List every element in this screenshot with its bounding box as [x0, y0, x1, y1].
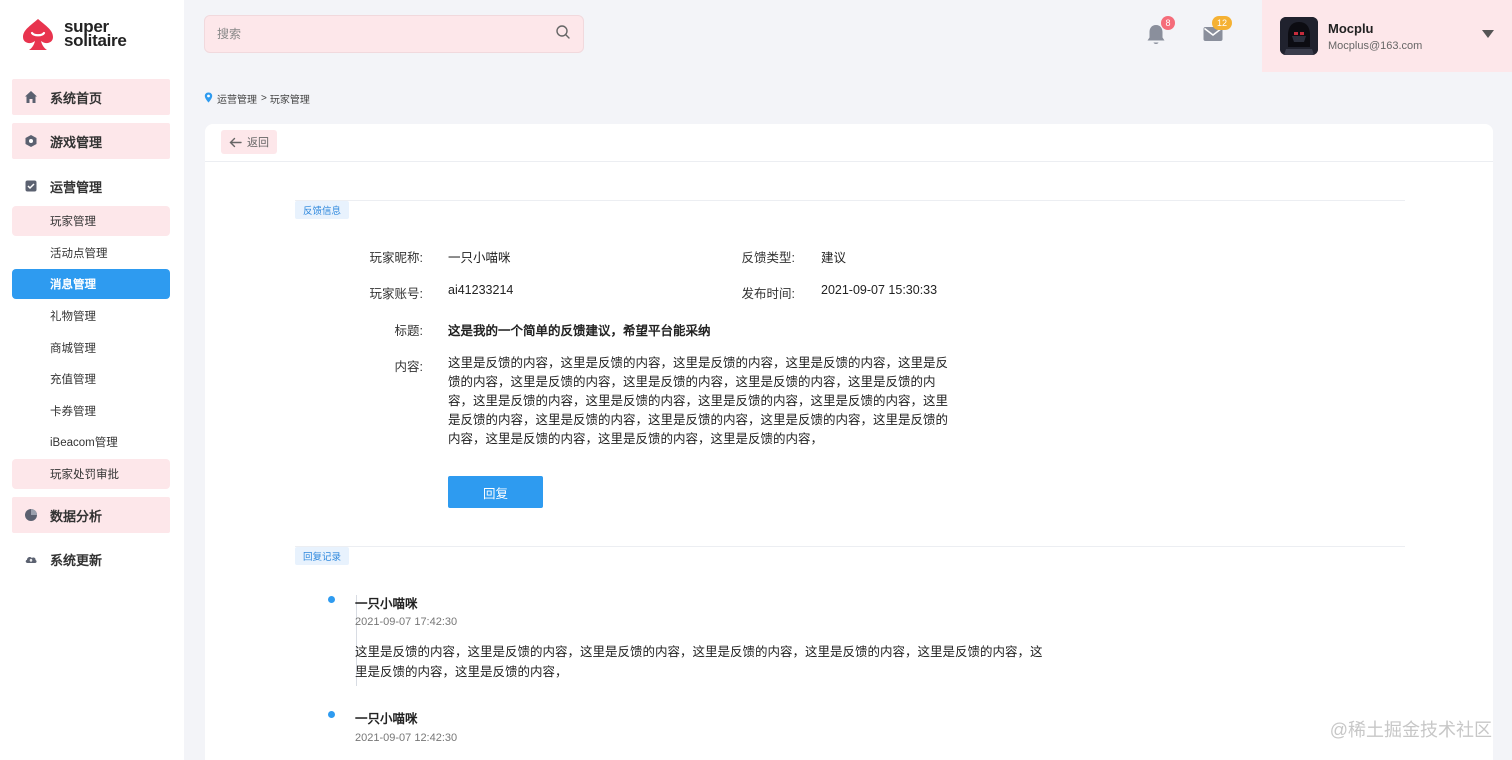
chevron-down-icon[interactable] [1482, 30, 1494, 38]
sidebar-sub-label: 消息管理 [50, 279, 96, 291]
title-value: 这是我的一个简单的反馈建议，希望平台能采纳 [448, 324, 711, 338]
reply-author: 一只小喵咪 [355, 597, 418, 611]
sidebar-item-updates[interactable]: 系统更新 [12, 541, 170, 577]
watermark: @稀土掘金技术社区 [1329, 720, 1492, 740]
game-icon [24, 134, 38, 148]
sidebar-sub-messages[interactable]: 消息管理 [12, 269, 170, 299]
timeline-dot [328, 711, 335, 718]
type-value: 建议 [821, 251, 847, 265]
sidebar-item-label: 运营管理 [50, 179, 103, 195]
reply-author: 一只小喵咪 [355, 712, 418, 726]
sidebar-item-analytics[interactable]: 数据分析 [12, 497, 170, 533]
section-tag-replies: 回复记录 [295, 547, 350, 565]
sidebar-item-label: 数据分析 [50, 508, 103, 524]
sidebar-sub-label: 礼物管理 [50, 311, 96, 323]
section-divider [295, 200, 1405, 201]
reply-time: 2021-09-07 17:42:30 [355, 616, 458, 628]
sidebar-sub-label: 活动点管理 [50, 248, 108, 260]
arrow-left-icon [229, 137, 242, 147]
sidebar-item-operations[interactable]: 运营管理 [12, 168, 170, 204]
sidebar-sub-label: 玩家处罚审批 [50, 469, 119, 481]
notification-count-badge: 8 [1161, 16, 1175, 30]
back-label: 返回 [247, 137, 269, 149]
sidebar-sub-label: 卡券管理 [50, 406, 96, 418]
notification-bell-button[interactable]: 8 [1145, 16, 1175, 47]
cloud-upload-icon [24, 552, 38, 566]
brand-line2: solitaire [64, 31, 127, 50]
sidebar-sub-recharge[interactable]: 充值管理 [12, 364, 170, 394]
breadcrumb-item[interactable]: 运营管理 [217, 91, 257, 106]
user-name: Mocplu [1328, 20, 1374, 36]
type-label: 反馈类型: [741, 251, 795, 265]
reply-button[interactable]: 回复 [448, 476, 543, 508]
sidebar-item-label: 系统首页 [50, 90, 103, 106]
pie-chart-icon [24, 508, 38, 522]
section-tag-feedback: 反馈信息 [295, 201, 350, 219]
spade-logo-icon [20, 16, 56, 52]
account-value: ai41233214 [448, 283, 514, 297]
sidebar-sub-label: 玩家管理 [50, 216, 96, 228]
avatar[interactable] [1280, 17, 1318, 55]
section-divider [295, 546, 1405, 547]
operations-icon [24, 179, 38, 193]
sidebar-item-label: 游戏管理 [50, 134, 103, 150]
messages-count-badge: 12 [1212, 16, 1232, 30]
breadcrumb: 运营管理 > 玩家管理 [204, 91, 310, 106]
time-label: 发布时间: [741, 287, 795, 301]
sidebar-item-games[interactable]: 游戏管理 [12, 123, 170, 159]
timeline-dot [328, 596, 335, 603]
feedback-detail-card: 返回 反馈信息 玩家昵称: 一只小喵咪 反馈类型: 建议 玩家账号: ai412… [205, 124, 1493, 760]
user-email: Mocplus@163.com [1328, 39, 1423, 52]
location-pin-icon [204, 92, 213, 106]
user-menu[interactable]: Mocplu Mocplus@163.com [1262, 0, 1512, 72]
nickname-value: 一只小喵咪 [448, 251, 511, 265]
content-label: 内容: [394, 360, 423, 374]
reply-body: 这里是反馈的内容，这里是反馈的内容，这里是反馈的内容，这里是反馈的内容，这里是反… [355, 645, 1043, 679]
sidebar-sub-label: iBeacom管理 [50, 437, 118, 449]
search-input[interactable] [217, 27, 555, 41]
sidebar-sub-players[interactable]: 玩家管理 [12, 206, 170, 236]
sidebar-sub-ibeacom[interactable]: iBeacom管理 [12, 427, 170, 457]
title-label: 标题: [394, 324, 423, 338]
sidebar-sub-coupons[interactable]: 卡券管理 [12, 396, 170, 426]
sidebar-sub-label: 商城管理 [50, 343, 96, 355]
breadcrumb-separator: > [261, 93, 267, 104]
nickname-label: 玩家昵称: [369, 251, 423, 265]
sidebar-item-home[interactable]: 系统首页 [12, 79, 170, 115]
sidebar-sub-activity-points[interactable]: 活动点管理 [12, 238, 170, 268]
sidebar-sub-gifts[interactable]: 礼物管理 [12, 301, 170, 331]
sidebar-sub-mall[interactable]: 商城管理 [12, 333, 170, 363]
breadcrumb-item[interactable]: 玩家管理 [270, 91, 310, 106]
messages-button[interactable]: 12 [1202, 16, 1232, 47]
back-button[interactable]: 返回 [221, 130, 277, 154]
sidebar: super solitaire 系统首页 游戏管理 运营管理 玩家管理 活动点管… [0, 0, 184, 760]
time-value: 2021-09-07 15:30:33 [821, 283, 938, 297]
account-label: 玩家账号: [369, 287, 423, 301]
search-icon[interactable] [555, 24, 571, 45]
brand-logo[interactable]: super solitaire [20, 14, 127, 54]
reply-time: 2021-09-07 12:42:30 [355, 732, 458, 744]
sidebar-sub-penalty-approval[interactable]: 玩家处罚审批 [12, 459, 170, 489]
search-box[interactable] [204, 15, 584, 53]
card-header: 返回 [205, 124, 1493, 162]
content-value: 这里是反馈的内容，这里是反馈的内容，这里是反馈的内容，这里是反馈的内容，这里是反… [448, 356, 949, 446]
home-icon [24, 90, 38, 104]
sidebar-item-label: 系统更新 [50, 552, 103, 568]
sidebar-sub-label: 充值管理 [50, 374, 96, 386]
